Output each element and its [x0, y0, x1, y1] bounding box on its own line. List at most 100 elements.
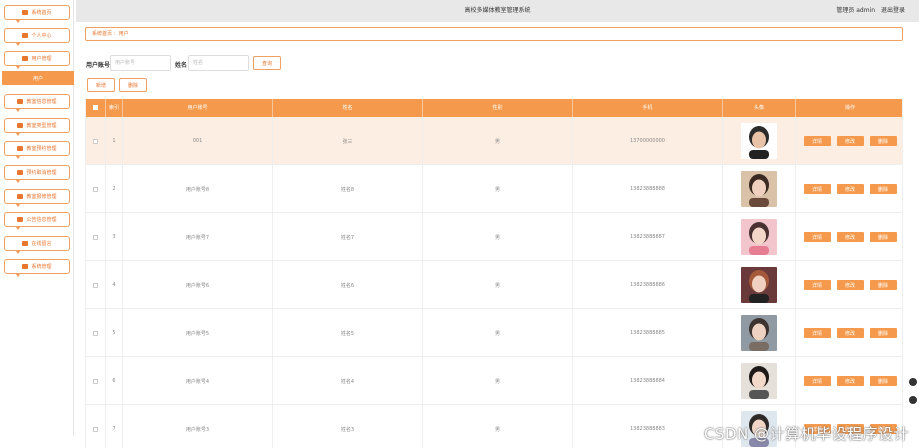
- edit-button[interactable]: 修改: [836, 232, 864, 242]
- sidebar-item-messages[interactable]: 在线留言: [4, 236, 70, 254]
- row-index: 7: [106, 405, 123, 448]
- edge-circle-icon: [909, 378, 917, 386]
- detail-button[interactable]: 详情: [803, 376, 831, 386]
- sidebar-item-label: 用户管理: [31, 56, 52, 62]
- delete-button[interactable]: 删除: [869, 136, 897, 146]
- sidebar-item-repair[interactable]: 教室报修管理: [4, 189, 70, 207]
- edit-button[interactable]: 修改: [836, 280, 864, 290]
- row-gender: 男: [423, 117, 573, 165]
- row-index: 6: [106, 357, 123, 405]
- row-phone: 13823888885: [573, 309, 723, 357]
- detail-button[interactable]: 详情: [803, 184, 831, 194]
- sidebar-item-label: 教室信息管理: [26, 99, 57, 105]
- detail-button[interactable]: 详情: [803, 136, 831, 146]
- breadcrumb: 系统首页 ：用户: [85, 27, 903, 41]
- row-name: 张三: [273, 117, 423, 165]
- sidebar-item-label: 教室类型管理: [26, 123, 57, 129]
- header-select-all[interactable]: [86, 99, 106, 117]
- row-checkbox-cell: [86, 309, 106, 357]
- row-actions: 详情 修改 删除: [796, 165, 902, 213]
- search-button[interactable]: 查询: [253, 56, 281, 70]
- row-actions: 详情 修改 删除: [796, 309, 902, 357]
- account-search-input[interactable]: 用户账号: [110, 55, 171, 71]
- sidebar-item-announcements[interactable]: 公告信息管理: [4, 212, 70, 230]
- row-name: 姓名4: [273, 357, 423, 405]
- doc-icon: [17, 170, 24, 175]
- row-name: 姓名8: [273, 165, 423, 213]
- sidebar-item-users[interactable]: 用户: [2, 71, 74, 85]
- sidebar-item-label: 用户: [32, 75, 43, 82]
- row-name: 姓名7: [273, 213, 423, 261]
- delete-button[interactable]: 删除: [869, 232, 897, 242]
- delete-button[interactable]: 删除: [869, 280, 897, 290]
- row-checkbox[interactable]: [93, 378, 98, 384]
- row-name: 姓名3: [273, 405, 423, 448]
- edit-button[interactable]: 修改: [836, 184, 864, 194]
- row-checkbox[interactable]: [93, 138, 98, 144]
- user-info: 管理员 admin 退出登录: [832, 0, 905, 22]
- row-phone: 13823888884: [573, 357, 723, 405]
- app-title: 高校多媒体教室管理系统: [464, 7, 531, 14]
- edit-button[interactable]: 修改: [836, 136, 864, 146]
- sidebar-item-user-management[interactable]: 用户管理: [4, 51, 70, 69]
- add-button[interactable]: 新增: [87, 78, 115, 92]
- row-checkbox[interactable]: [93, 426, 98, 432]
- sidebar-item-label: 预约取消管理: [26, 170, 57, 176]
- avatar: [741, 267, 777, 303]
- topbar: 高校多媒体教室管理系统 管理员 admin 退出登录: [76, 0, 919, 22]
- grid-icon: [17, 99, 24, 104]
- table-row: 5 用户账号5 姓名5 男 13823888885 详情 修改 删除: [86, 309, 902, 357]
- header-avatar: 头像: [723, 99, 796, 117]
- row-avatar-cell: [723, 165, 796, 213]
- sidebar-item-label: 教室报修管理: [26, 194, 57, 200]
- batch-delete-button[interactable]: 删除: [119, 78, 147, 92]
- avatar: [741, 315, 777, 351]
- row-checkbox-cell: [86, 117, 106, 165]
- row-account: 用户账号4: [123, 357, 273, 405]
- delete-button[interactable]: 删除: [869, 184, 897, 194]
- row-avatar-cell: [723, 357, 796, 405]
- row-index: 4: [106, 261, 123, 309]
- row-avatar-cell: [723, 117, 796, 165]
- row-account: 001: [123, 117, 273, 165]
- sidebar-item-label: 个人中心: [31, 33, 52, 39]
- sidebar-item-classroom-info[interactable]: 教室信息管理: [4, 94, 70, 112]
- avatar: [741, 363, 777, 399]
- edit-button[interactable]: 修改: [836, 376, 864, 386]
- sidebar-item-cancel-reservation[interactable]: 预约取消管理: [4, 165, 70, 183]
- list-icon: [17, 123, 24, 128]
- row-gender: 男: [423, 309, 573, 357]
- select-all-checkbox[interactable]: [93, 105, 98, 110]
- row-account: 用户账号8: [123, 165, 273, 213]
- grid-icon: [17, 146, 24, 151]
- row-actions: 详情 修改 删除: [796, 261, 902, 309]
- sidebar-item-classroom-type[interactable]: 教室类型管理: [4, 118, 70, 136]
- row-checkbox[interactable]: [93, 234, 98, 240]
- row-checkbox[interactable]: [93, 282, 98, 288]
- row-checkbox-cell: [86, 357, 106, 405]
- row-gender: 男: [423, 165, 573, 213]
- sidebar-item-system[interactable]: 系统管理: [4, 259, 70, 277]
- sidebar-item-home[interactable]: 系统首页: [4, 5, 70, 23]
- edit-button[interactable]: 修改: [836, 328, 864, 338]
- sidebar-item-profile[interactable]: 个人中心: [4, 28, 70, 46]
- row-account: 用户账号7: [123, 213, 273, 261]
- row-gender: 男: [423, 261, 573, 309]
- name-search-input[interactable]: 姓名: [188, 55, 249, 71]
- logout-link[interactable]: 退出登录: [881, 7, 905, 14]
- delete-button[interactable]: 删除: [869, 328, 897, 338]
- row-checkbox-cell: [86, 261, 106, 309]
- avatar: [741, 123, 777, 159]
- detail-button[interactable]: 详情: [803, 328, 831, 338]
- row-checkbox[interactable]: [93, 186, 98, 192]
- detail-button[interactable]: 详情: [803, 280, 831, 290]
- row-phone: 13823888886: [573, 261, 723, 309]
- watermark: CSDN @计算机毕设程序设计: [703, 425, 909, 443]
- row-checkbox[interactable]: [93, 330, 98, 336]
- delete-button[interactable]: 删除: [869, 376, 897, 386]
- table-row: 1 001 张三男 13700000000 详情 修改 删除: [86, 117, 902, 165]
- row-phone: 13823888888: [573, 165, 723, 213]
- sidebar-item-reservation[interactable]: 教室预约管理: [4, 141, 70, 159]
- header-name: 姓名: [273, 99, 423, 117]
- detail-button[interactable]: 详情: [803, 232, 831, 242]
